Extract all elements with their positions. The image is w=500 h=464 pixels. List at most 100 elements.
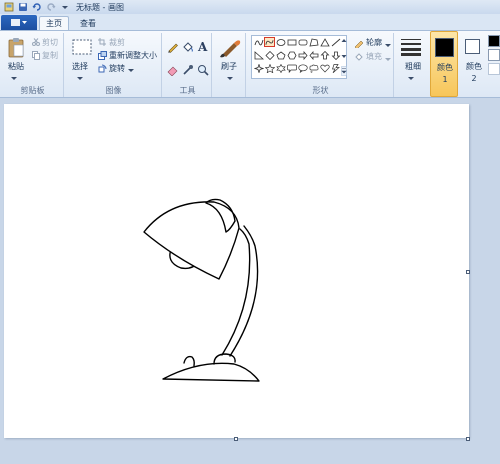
line-shape-icon[interactable] [330, 37, 341, 47]
rotate-icon [98, 64, 107, 76]
tab-view[interactable]: 查看 [74, 16, 102, 30]
color1-selector[interactable]: 颜色 1 [430, 31, 458, 97]
gallery-scroll-down-icon[interactable] [341, 51, 347, 64]
down-arrow-shape-icon[interactable] [330, 50, 341, 60]
crop-icon [98, 38, 106, 49]
cut-button[interactable]: 剪切 [42, 37, 58, 48]
color1-label: 颜色 1 [437, 63, 453, 84]
rectangle-shape-icon[interactable] [286, 37, 297, 47]
canvas-resize-handle-corner[interactable] [466, 437, 470, 441]
resize-button[interactable]: 重新调整大小 [109, 50, 157, 61]
shapes-group-label: 形状 [312, 86, 329, 95]
right-triangle-shape-icon[interactable] [253, 50, 264, 60]
tools-group-label: 工具 [179, 86, 196, 95]
resize-icon [98, 51, 107, 63]
color-picker-icon[interactable] [182, 64, 194, 79]
copy-button[interactable]: 复制 [42, 50, 58, 61]
brushes-dropdown-icon[interactable] [227, 74, 233, 84]
image-group-label: 图像 [105, 86, 122, 95]
size-button-label[interactable]: 粗细 [405, 61, 421, 72]
pencil-icon[interactable] [167, 41, 179, 56]
shapes-group: 轮廓 填充 形状 [248, 33, 394, 97]
rotate-dropdown-icon[interactable] [128, 66, 134, 76]
paste-icon[interactable] [8, 37, 24, 62]
clipboard-group: 粘贴 剪切 复制 剪贴板 [2, 33, 64, 97]
cloud-callout-shape-icon[interactable] [308, 63, 319, 73]
palette-empty-swatch[interactable] [488, 63, 500, 78]
title-bar: 无标题 - 画图 [0, 0, 500, 14]
rotate-button[interactable]: 旋转 [109, 63, 125, 74]
color2-selector[interactable]: 颜色 2 [461, 31, 487, 97]
up-arrow-shape-icon[interactable] [319, 50, 330, 60]
brushes-button-label[interactable]: 刷子 [221, 61, 237, 72]
gallery-more-icon[interactable] [341, 66, 347, 79]
outline-dropdown-icon[interactable] [385, 41, 391, 51]
fill-bucket-icon[interactable] [182, 41, 194, 56]
fill-icon [354, 52, 364, 65]
select-button-label[interactable]: 选择 [72, 61, 88, 72]
rounded-rectangle-shape-icon[interactable] [297, 37, 308, 47]
left-arrow-shape-icon[interactable] [308, 50, 319, 60]
triangle-shape-icon[interactable] [319, 37, 330, 47]
oval-callout-shape-icon[interactable] [297, 63, 308, 73]
window-title: 无标题 - 画图 [76, 2, 124, 12]
color2-swatch [465, 39, 480, 57]
rounded-callout-shape-icon[interactable] [286, 63, 297, 73]
paint-menu-button[interactable] [1, 15, 37, 30]
four-point-star-shape-icon[interactable] [253, 63, 264, 73]
text-icon[interactable]: A [197, 40, 209, 56]
outline-icon [354, 38, 364, 51]
color1-fill [435, 38, 454, 57]
paste-button-label[interactable]: 粘贴 [8, 61, 24, 72]
drawing-canvas[interactable] [4, 104, 469, 438]
size-icon[interactable] [401, 38, 421, 59]
copy-icon [32, 51, 40, 63]
six-point-star-shape-icon[interactable] [275, 63, 286, 73]
svg-text:A: A [197, 40, 208, 53]
image-group: 选择 裁剪 重新调整大小 旋转 图像 [66, 33, 162, 97]
canvas-resize-handle-bottom[interactable] [234, 437, 238, 441]
diamond-shape-icon[interactable] [264, 50, 275, 60]
tab-home[interactable]: 主页 [39, 16, 69, 30]
hexagon-shape-icon[interactable] [286, 50, 297, 60]
magnifier-icon[interactable] [197, 64, 209, 79]
canvas-resize-handle-right[interactable] [466, 270, 470, 274]
color2-fill [465, 39, 480, 54]
app-icon [4, 2, 14, 12]
curve-shape-icon[interactable] [253, 37, 264, 47]
color2-label: 颜色 2 [466, 62, 482, 83]
brushes-group: 刷子 [214, 33, 246, 97]
paste-dropdown-icon[interactable] [11, 74, 17, 84]
select-icon[interactable] [72, 39, 92, 58]
size-group: 粗细 [396, 33, 426, 97]
heart-shape-icon[interactable] [319, 63, 330, 73]
polygon-shape-icon[interactable] [308, 37, 319, 47]
oval-shape-icon[interactable] [275, 37, 286, 47]
cut-icon [32, 38, 40, 49]
clipboard-group-label: 剪贴板 [20, 86, 45, 95]
outline-button[interactable]: 轮廓 [366, 37, 382, 48]
palette-black-swatch[interactable] [488, 35, 500, 50]
canvas-workspace [0, 98, 500, 464]
ribbon-tabs: 主页 查看 [0, 14, 500, 30]
redo-icon[interactable] [46, 2, 56, 12]
pentagon-shape-icon[interactable] [275, 50, 286, 60]
save-icon[interactable] [18, 2, 28, 12]
customize-quick-access-icon[interactable] [60, 2, 70, 12]
fill-dropdown-icon[interactable] [385, 55, 391, 65]
desk-lamp-drawing [143, 198, 260, 382]
fill-button[interactable]: 填充 [366, 51, 382, 62]
gallery-scroll-up-icon[interactable] [341, 36, 347, 49]
palette-white-swatch[interactable] [488, 49, 500, 64]
right-arrow-shape-icon[interactable] [297, 50, 308, 60]
five-point-star-shape-icon[interactable] [264, 63, 275, 73]
eraser-icon[interactable] [167, 64, 179, 79]
undo-icon[interactable] [32, 2, 42, 12]
size-dropdown-icon[interactable] [408, 74, 414, 84]
color1-swatch [435, 38, 454, 60]
brush-icon[interactable] [219, 38, 241, 61]
select-dropdown-icon[interactable] [77, 74, 83, 84]
freeform-shape-icon[interactable] [264, 37, 275, 47]
crop-button[interactable]: 裁剪 [109, 37, 125, 48]
lightning-shape-icon[interactable] [330, 63, 341, 73]
